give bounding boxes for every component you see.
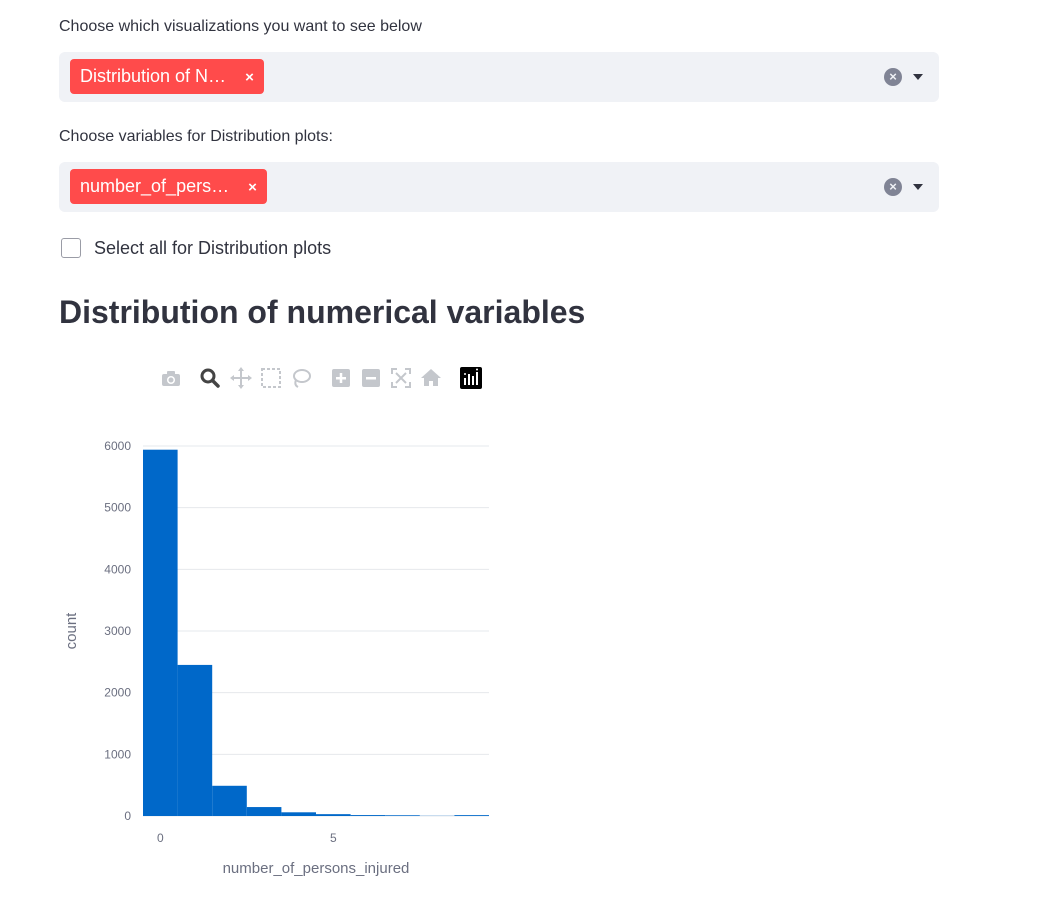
y-tick-label: 3000	[104, 624, 131, 638]
histogram-bar[interactable]	[143, 449, 178, 816]
y-tick-label: 5000	[104, 501, 131, 515]
histogram-bar[interactable]	[281, 812, 316, 816]
y-tick-label: 4000	[104, 562, 131, 576]
histogram-bar[interactable]	[454, 815, 489, 816]
histogram-bar[interactable]	[177, 664, 213, 816]
histogram-bar[interactable]	[385, 815, 420, 816]
histogram-bar[interactable]	[212, 785, 247, 816]
y-tick-label: 1000	[104, 747, 131, 761]
x-tick-label: 5	[330, 831, 337, 845]
y-tick-label: 0	[124, 809, 131, 823]
x-axis-title: number_of_persons_injured	[223, 860, 410, 877]
histogram-bar[interactable]	[246, 807, 282, 816]
histogram-bar[interactable]	[350, 815, 386, 816]
y-tick-label: 6000	[104, 439, 131, 453]
histogram-bar[interactable]	[316, 814, 351, 816]
y-axis-title: count	[63, 612, 80, 650]
histogram-chart[interactable]: 0 1000 2000 3000 4000 5000 6000 0 5 number_of_per…	[0, 0, 1050, 919]
y-tick-label: 2000	[104, 686, 131, 700]
x-tick-label: 0	[157, 831, 164, 845]
